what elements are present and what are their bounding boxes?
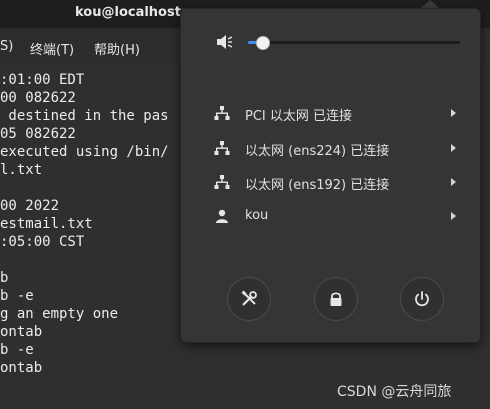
settings-tools-icon <box>241 290 257 306</box>
user-icon <box>216 209 228 223</box>
terminal-line: b <box>0 270 9 286</box>
speaker-low-icon[interactable] <box>214 33 234 51</box>
power-button[interactable] <box>400 277 444 321</box>
terminal-line: destined in the pas <box>0 108 169 124</box>
terminal-line: ontab <box>0 324 43 340</box>
network-item-label: 以太网 (ens192) 已连接 <box>245 178 390 193</box>
terminal-line: :01:00 EDT <box>0 72 85 88</box>
terminal-line: 00 082622 <box>0 90 76 106</box>
terminal-line: 00 2022 <box>0 198 60 214</box>
chevron-right-icon <box>451 109 456 117</box>
system-status-menu: PCI 以太网 已连接 以太网 (ens224) 已连接 以太网 (ens192… <box>180 8 481 343</box>
terminal-line: :05:00 CST <box>0 234 85 250</box>
user-menu-item[interactable]: kou <box>181 200 480 234</box>
terminal-line: b -e <box>0 288 34 304</box>
lock-button[interactable] <box>314 277 358 321</box>
volume-slider[interactable] <box>248 36 460 50</box>
terminal-line: estmail.txt <box>0 216 93 232</box>
chevron-right-icon <box>451 212 456 220</box>
lock-icon <box>330 292 342 306</box>
menu-item-help[interactable]: 帮助(H) <box>94 39 140 58</box>
power-icon <box>415 291 429 307</box>
network-item-ens224[interactable]: 以太网 (ens224) 已连接 <box>181 132 480 166</box>
menu-item-terminal[interactable]: 终端(T) <box>30 39 74 58</box>
terminal-line: executed using /bin/ <box>0 144 169 160</box>
watermark: CSDN @云舟同旅 <box>337 384 452 400</box>
network-item-ens192[interactable]: 以太网 (ens192) 已连接 <box>181 166 480 200</box>
settings-button[interactable] <box>227 277 271 321</box>
network-wired-icon <box>214 141 230 155</box>
terminal-line: 05 082622 <box>0 126 76 142</box>
terminal-line: g an empty one <box>0 306 119 322</box>
network-wired-icon <box>214 175 230 189</box>
user-name-label: kou <box>245 208 269 223</box>
network-item-label: PCI 以太网 已连接 <box>245 109 353 124</box>
window-title: kou@localhost:~ <box>75 5 183 20</box>
network-wired-icon <box>214 106 230 120</box>
terminal-line: l.txt <box>0 162 43 178</box>
volume-slider-handle[interactable] <box>255 36 270 50</box>
terminal-line: b -e <box>0 342 34 358</box>
network-item-pci[interactable]: PCI 以太网 已连接 <box>181 97 480 131</box>
network-item-label: 以太网 (ens224) 已连接 <box>245 144 390 159</box>
chevron-right-icon <box>451 178 456 186</box>
popup-pointer <box>421 0 439 8</box>
menu-item-partial[interactable]: S) <box>0 39 13 54</box>
terminal-line: ontab <box>0 360 43 376</box>
chevron-right-icon <box>451 144 456 152</box>
